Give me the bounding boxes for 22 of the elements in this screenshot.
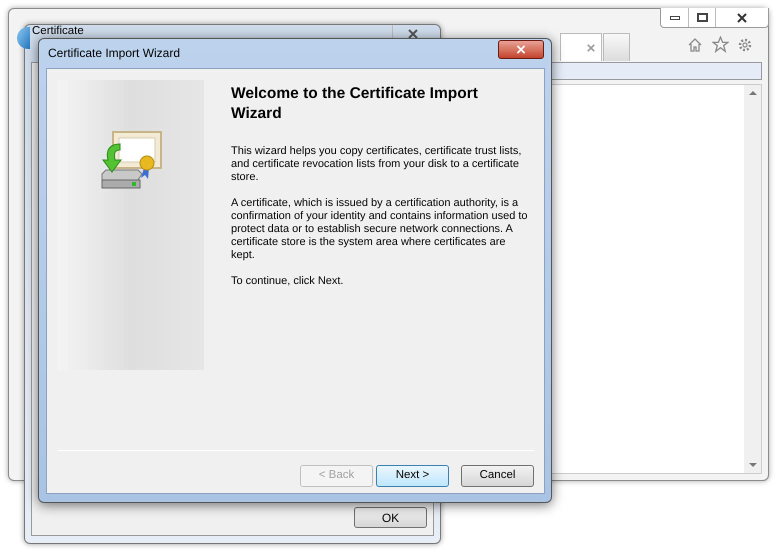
window-title: Certificate Import Wizard	[48, 46, 180, 60]
wizard-heading: Welcome to the Certificate Import Wizard	[231, 84, 479, 124]
settings-icon[interactable]	[737, 37, 753, 53]
scroll-up-icon[interactable]	[748, 91, 756, 95]
close-icon	[516, 45, 526, 54]
minimize-icon	[670, 16, 680, 20]
paragraph: A certificate, which is issued by a certification authority, is a confirmation of your identity and contains information used to protect data or to establish secure network connections. A certificate store is the system area where certificates are kept.	[231, 197, 529, 262]
close-button[interactable]	[498, 40, 544, 59]
paragraph: This wizard helps you copy certificates, certificate trust lists, and certificate revocation lists from your disk to a certificate store.	[231, 145, 522, 184]
home-icon[interactable]	[687, 37, 703, 53]
restore-icon	[696, 13, 708, 22]
wizard-button[interactable]: Next >	[376, 465, 449, 487]
window-title: Certificate	[32, 25, 84, 38]
browser-tab[interactable]	[560, 33, 602, 61]
scrollbar[interactable]	[744, 85, 761, 473]
wizard-button[interactable]: Cancel	[461, 465, 534, 487]
star-icon[interactable]	[712, 36, 729, 53]
scroll-down-icon[interactable]	[748, 463, 756, 467]
paragraph: To continue, click Next.	[231, 275, 344, 288]
close-icon	[737, 12, 747, 22]
tab-close-icon	[587, 44, 595, 52]
ok-button[interactable]: OK	[354, 507, 427, 528]
